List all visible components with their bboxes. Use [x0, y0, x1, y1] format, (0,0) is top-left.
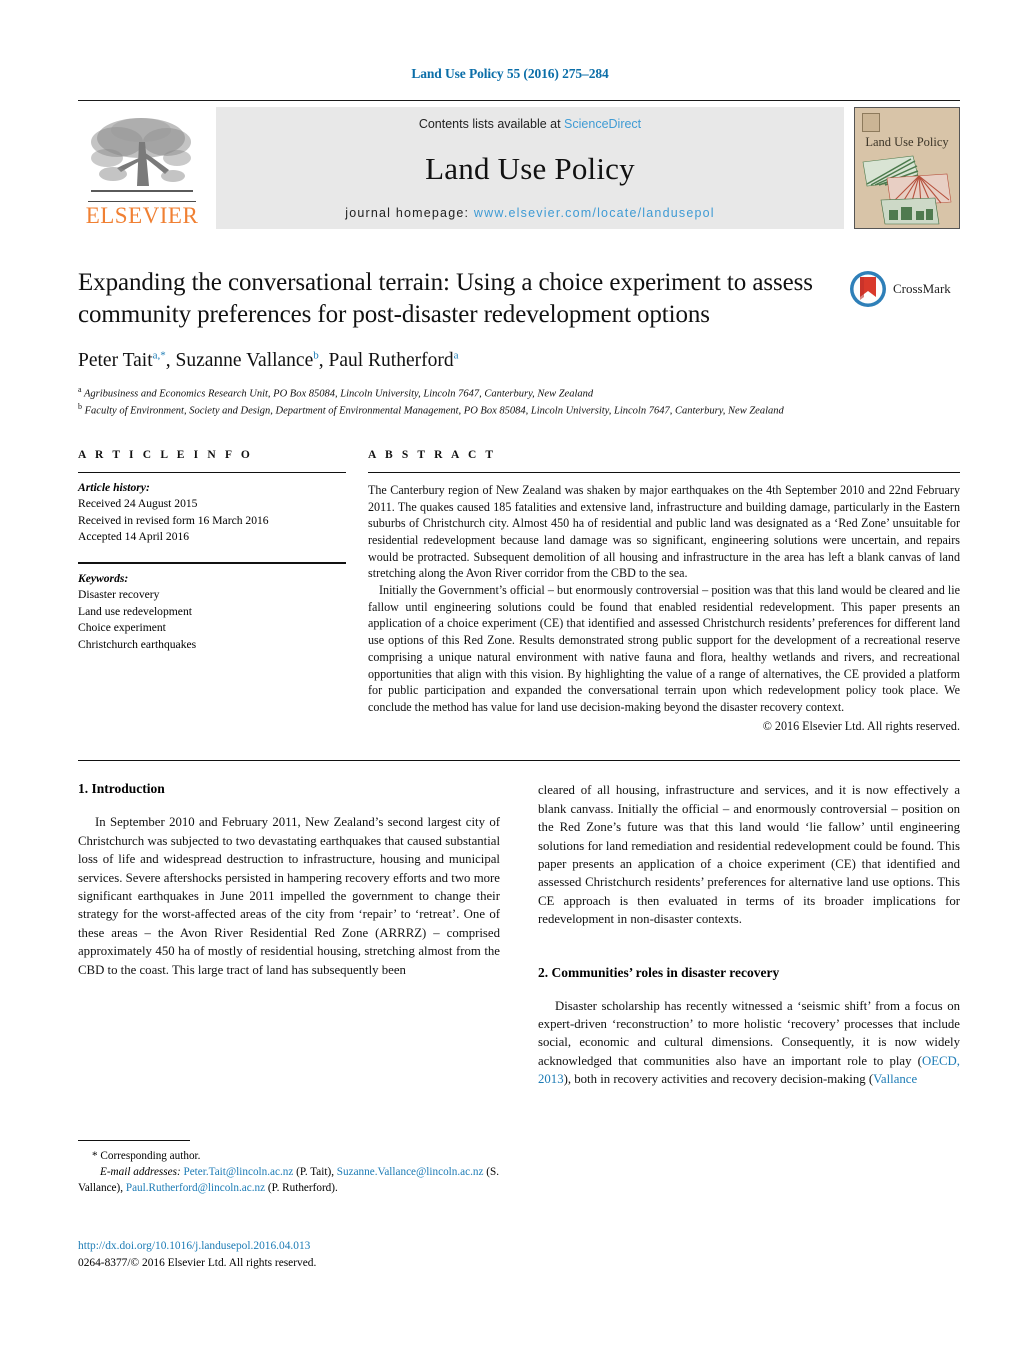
article-history: Article history: Received 24 August 2015… — [78, 473, 346, 546]
article-info-column: A R T I C L E I N F O Article history: R… — [78, 449, 346, 734]
title-block: Expanding the conversational terrain: Us… — [78, 267, 960, 331]
elsevier-logo: ELSEVIER — [78, 107, 206, 229]
cover-title: Land Use Policy — [865, 135, 949, 149]
body-column-left: 1. Introduction In September 2010 and Fe… — [78, 781, 500, 1111]
abstract-column: A B S T R A C T The Canterbury region of… — [368, 449, 960, 734]
cover-artwork — [862, 155, 952, 225]
elsevier-wordmark: ELSEVIER — [85, 203, 199, 228]
cover-elsevier-icon — [862, 113, 880, 132]
body-separator-rule — [78, 760, 960, 762]
affiliation-a: a Agribusiness and Economics Research Un… — [78, 384, 594, 400]
journal-article-page: Land Use Policy 55 (2016) 275–284 ELSEVI… — [0, 0, 1020, 1351]
journal-homepage-link[interactable]: www.elsevier.com/locate/landusepol — [474, 206, 715, 220]
crossmark-icon — [850, 271, 886, 307]
article-info-heading: A R T I C L E I N F O — [78, 448, 253, 461]
affiliations: a Agribusiness and Economics Research Un… — [78, 384, 868, 419]
email-link-tait[interactable]: Peter.Tait@lincoln.ac.nz — [183, 1166, 293, 1178]
body-paragraph: In September 2010 and February 2011, New… — [78, 815, 500, 977]
section-heading-introduction: 1. Introduction — [78, 781, 165, 797]
issn-copyright-line: 0264-8377/© 2016 Elsevier Ltd. All right… — [78, 1257, 317, 1270]
journal-masthead: ELSEVIER Contents lists available at Sci… — [78, 100, 960, 233]
affiliation-b-text: Faculty of Environment, Society and Desi… — [84, 405, 784, 417]
abstract-paragraph: The Canterbury region of New Zealand was… — [368, 482, 960, 581]
abstract-copyright: © 2016 Elsevier Ltd. All rights reserved… — [762, 718, 960, 733]
crossmark-label: CrossMark — [893, 281, 951, 296]
footnote-rule — [78, 1140, 190, 1141]
affiliation-a-text: Agribusiness and Economics Research Unit… — [84, 388, 594, 399]
footnote-block: * Corresponding author. E-mail addresses… — [78, 1140, 500, 1197]
body-paragraph: Disaster scholarship has recently witnes… — [538, 997, 960, 1089]
affiliation-b: b Faculty of Environment, Society and De… — [78, 402, 784, 417]
email-name-rutherford: (P. Rutherford). — [267, 1181, 338, 1194]
elsevier-tree-icon — [83, 112, 201, 200]
email-link-vallance[interactable]: Suzanne.Vallance@lincoln.ac.nz — [337, 1166, 484, 1178]
keyword-item: Choice experiment — [78, 621, 166, 635]
email-link-rutherford[interactable]: Paul.Rutherford@lincoln.ac.nz — [126, 1182, 265, 1194]
authors-text: Peter Taita,*, Suzanne Vallanceb, Paul R… — [78, 349, 459, 371]
abstract-paragraph: Initially the Government’s official – bu… — [368, 583, 960, 714]
body-column-right: cleared of all housing, infrastructure a… — [538, 781, 960, 1111]
body-paragraph: cleared of all housing, infrastructure a… — [538, 783, 960, 927]
elsevier-divider — [88, 200, 196, 202]
homepage-prefix: journal homepage: — [345, 206, 474, 220]
email-name-tait: (P. Tait), — [296, 1165, 334, 1178]
abstract-body: The Canterbury region of New Zealand was… — [368, 473, 960, 734]
paragraph-text: ), both in recovery activities and recov… — [563, 1072, 874, 1087]
journal-title: Land Use Policy — [425, 150, 635, 186]
article-history-label: Article history: — [78, 480, 150, 494]
history-item: Accepted 14 April 2016 — [78, 530, 190, 544]
doi-link[interactable]: http://dx.doi.org/10.1016/j.landusepol.2… — [78, 1238, 518, 1255]
running-head: Land Use Policy 55 (2016) 275–284 — [411, 66, 609, 81]
info-abstract-region: A R T I C L E I N F O Article history: R… — [78, 449, 960, 734]
author-list: Peter Taita,*, Suzanne Vallanceb, Paul R… — [78, 349, 960, 372]
history-item: Received in revised form 16 March 2016 — [78, 513, 269, 527]
contents-prefix: Contents lists available at — [418, 117, 565, 131]
citation-vallance[interactable]: Vallance — [873, 1072, 917, 1086]
keywords-label: Keywords: — [78, 571, 129, 585]
doi-block: http://dx.doi.org/10.1016/j.landusepol.2… — [78, 1238, 518, 1272]
journal-homepage-line: journal homepage: www.elsevier.com/locat… — [345, 206, 715, 220]
keyword-item: Disaster recovery — [78, 588, 160, 602]
keyword-item: Christchurch earthquakes — [78, 637, 197, 651]
journal-cover-thumbnail: Land Use Policy — [854, 107, 960, 229]
email-addresses-note: E-mail addresses: Peter.Tait@lincoln.ac.… — [78, 1165, 500, 1197]
email-label: E-mail addresses: — [100, 1165, 181, 1178]
history-item: Received 24 August 2015 — [78, 497, 198, 511]
abstract-heading: A B S T R A C T — [368, 448, 497, 461]
body-columns: 1. Introduction In September 2010 and Fe… — [78, 781, 960, 1111]
paragraph-text: Disaster scholarship has recently witnes… — [538, 998, 960, 1068]
keywords-block: Keywords: Disaster recovery Land use red… — [78, 561, 346, 653]
keyword-item: Land use redevelopment — [78, 604, 192, 618]
crossmark-badge[interactable]: CrossMark — [848, 269, 960, 309]
corresponding-author-note: * Corresponding author. — [92, 1150, 201, 1162]
journal-band: Contents lists available at ScienceDirec… — [216, 107, 844, 229]
page-title: Expanding the conversational terrain: Us… — [78, 269, 813, 328]
section-heading-communities: 2. Communities’ roles in disaster recove… — [538, 964, 780, 980]
sciencedirect-link[interactable]: ScienceDirect — [564, 117, 641, 131]
contents-lists-line: Contents lists available at ScienceDirec… — [419, 117, 641, 131]
